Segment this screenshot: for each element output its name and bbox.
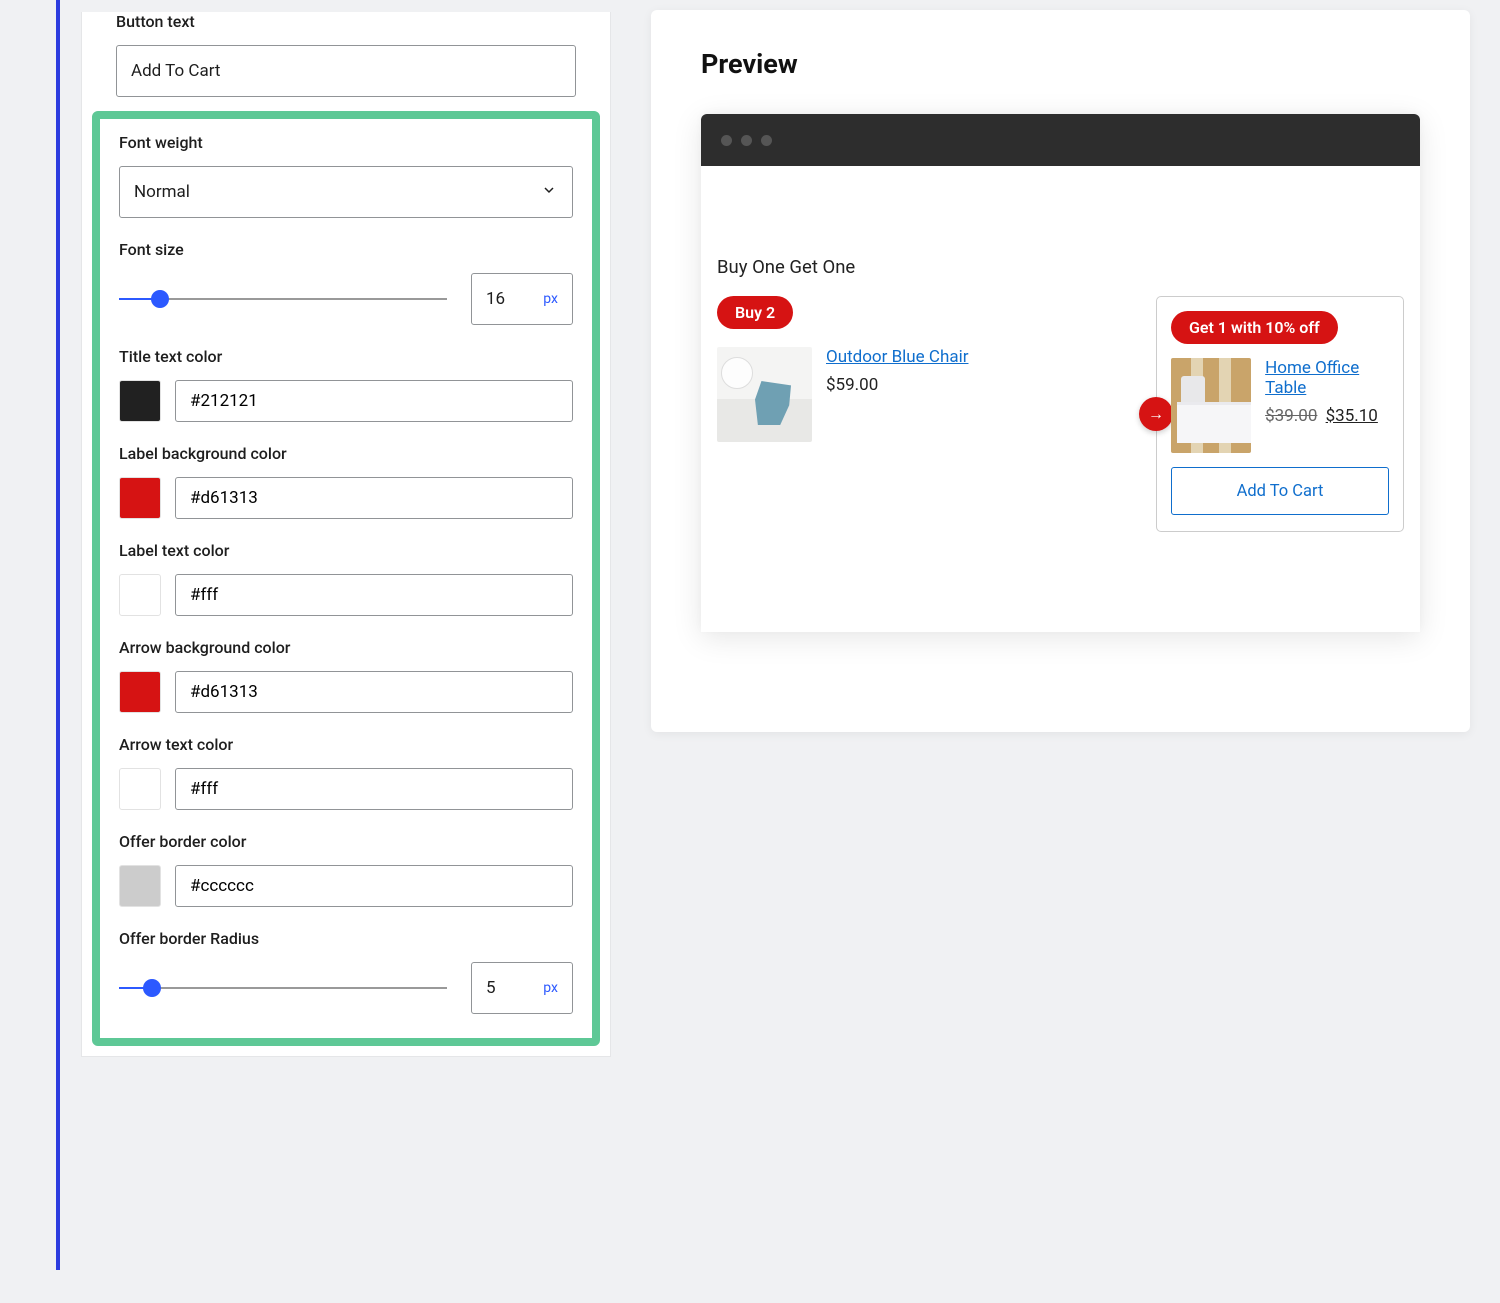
- title-color-swatch[interactable]: [119, 380, 161, 422]
- font-weight-label: Font weight: [119, 133, 573, 152]
- settings-panel: Button text Font weight Font size: [81, 12, 611, 1057]
- font-size-unit: px: [543, 291, 558, 307]
- button-text-label: Button text: [116, 12, 576, 31]
- font-weight-select[interactable]: [119, 166, 573, 218]
- offer-border-swatch[interactable]: [119, 865, 161, 907]
- font-size-slider[interactable]: [119, 287, 447, 311]
- offer-radius-unit: px: [543, 980, 558, 996]
- arrow-bg-swatch[interactable]: [119, 671, 161, 713]
- buy-product-link[interactable]: Outdoor Blue Chair: [826, 347, 968, 367]
- font-size-label: Font size: [119, 240, 573, 259]
- arrow-bg-label: Arrow background color: [119, 638, 573, 657]
- add-to-cart-button[interactable]: Add To Cart: [1171, 467, 1389, 515]
- bogo-title: Buy One Get One: [717, 256, 1404, 278]
- buy-product-image: [717, 347, 812, 442]
- offer-box: → Get 1 with 10% off Home Office Table $…: [1156, 296, 1404, 532]
- style-highlight-box: Font weight Font size 16: [92, 111, 600, 1046]
- offer-border-input[interactable]: [175, 865, 573, 907]
- offer-radius-value: 5: [486, 978, 496, 998]
- label-text-label: Label text color: [119, 541, 573, 560]
- window-dot: [741, 135, 752, 146]
- font-size-value: 16: [486, 289, 505, 309]
- label-bg-label: Label background color: [119, 444, 573, 463]
- arrow-text-input[interactable]: [175, 768, 573, 810]
- arrow-right-icon: →: [1139, 397, 1173, 431]
- button-text-input[interactable]: [116, 45, 576, 97]
- title-color-input[interactable]: [175, 380, 573, 422]
- buy-badge: Buy 2: [717, 296, 793, 329]
- label-text-input[interactable]: [175, 574, 573, 616]
- title-color-label: Title text color: [119, 347, 573, 366]
- window-dot: [761, 135, 772, 146]
- buy-side: Buy 2 Outdoor Blue Chair $59.00: [717, 296, 1156, 442]
- window-dot: [721, 135, 732, 146]
- arrow-text-label: Arrow text color: [119, 735, 573, 754]
- label-bg-swatch[interactable]: [119, 477, 161, 519]
- arrow-text-swatch[interactable]: [119, 768, 161, 810]
- offer-radius-slider[interactable]: [119, 976, 447, 1000]
- arrow-bg-input[interactable]: [175, 671, 573, 713]
- buy-product-price: $59.00: [826, 375, 968, 395]
- get-sale-price: $35.10: [1326, 406, 1378, 426]
- get-original-price: $39.00: [1265, 406, 1317, 426]
- get-product-link[interactable]: Home Office Table: [1265, 358, 1359, 398]
- get-product-image: [1171, 358, 1251, 453]
- get-badge: Get 1 with 10% off: [1171, 311, 1338, 344]
- label-bg-input[interactable]: [175, 477, 573, 519]
- browser-titlebar: [701, 114, 1420, 166]
- preview-heading: Preview: [701, 48, 1420, 80]
- label-text-swatch[interactable]: [119, 574, 161, 616]
- browser-mock: Buy One Get One Buy 2 Outdoor Blue Chair…: [701, 114, 1420, 632]
- preview-card: Preview Buy One Get One Buy 2: [651, 10, 1470, 732]
- offer-radius-label: Offer border Radius: [119, 929, 573, 948]
- offer-border-label: Offer border color: [119, 832, 573, 851]
